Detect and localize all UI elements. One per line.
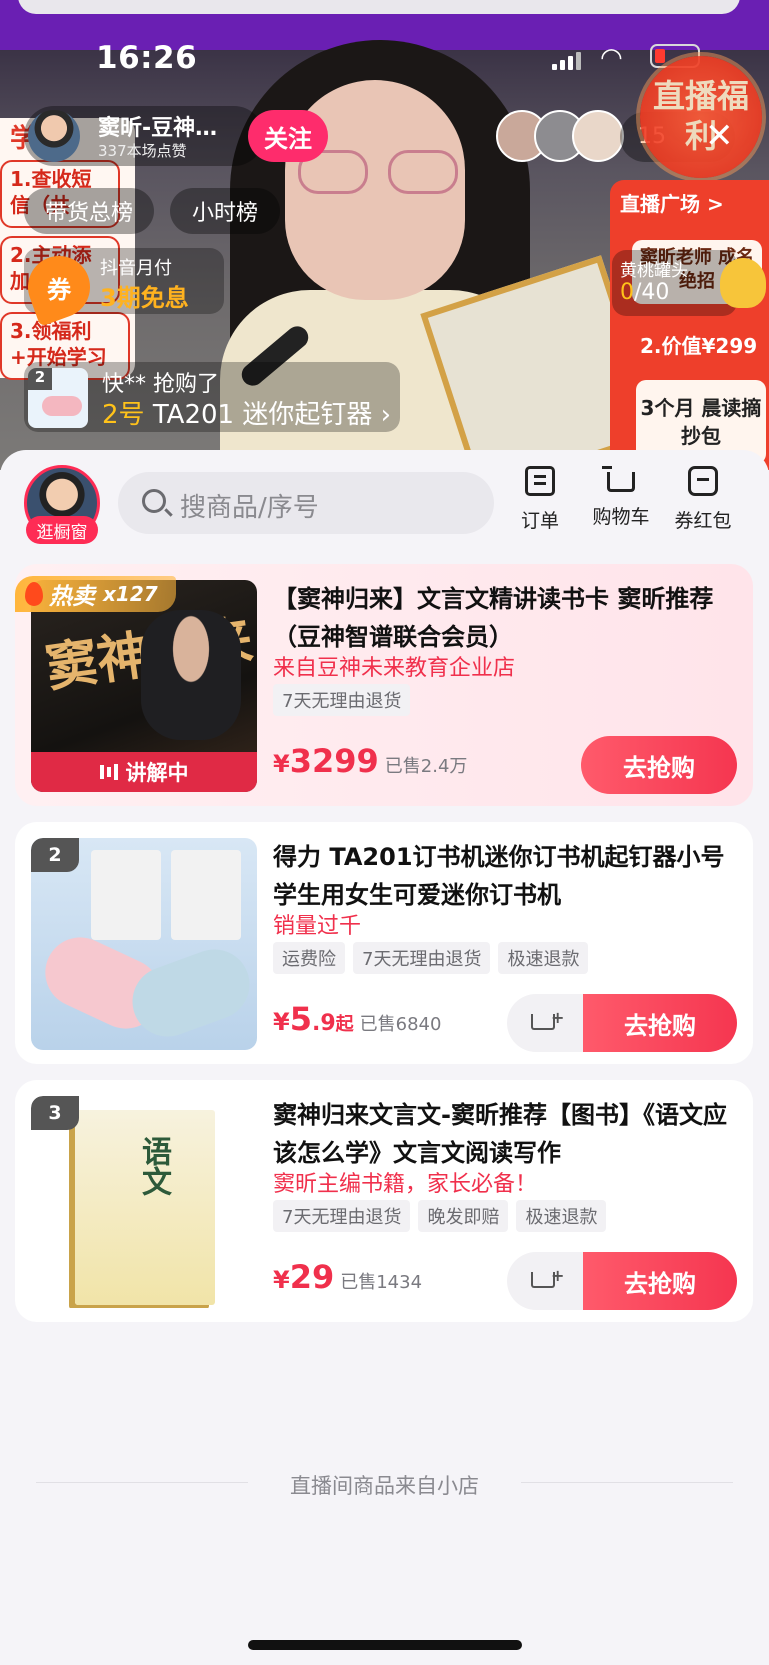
cart-label: 购物车 xyxy=(592,506,650,528)
product-title[interactable]: 窦神归来文言文-窦昕推荐【图书】《语文应该怎么学》文言文阅读写作 xyxy=(273,1096,743,1172)
product-subtitle: 销量过千 xyxy=(273,914,362,939)
book-cover-title: 语文 xyxy=(136,1136,171,1196)
cart-icon xyxy=(602,466,635,492)
product-tag: 晚发即赔 xyxy=(418,1200,509,1232)
anchor-avatar[interactable] xyxy=(28,110,80,162)
product-tags: 运费险 7天无理由退货 极速退款 xyxy=(273,942,589,974)
buy-button[interactable]: 去抢购 xyxy=(583,994,737,1052)
order-icon xyxy=(525,466,555,496)
purchase-item: 2号 TA201 迷你起钉器 › xyxy=(102,400,392,430)
top-handle xyxy=(18,0,740,14)
product-image-person xyxy=(141,610,241,740)
search-input[interactable]: 搜商品/序号 xyxy=(118,472,494,534)
live-welfare-badge[interactable]: 直播福利 xyxy=(640,56,762,178)
rank-total-button[interactable]: 带货总榜 xyxy=(24,188,154,234)
purchase-notification[interactable]: 2 快** 抢购了 2号 TA201 迷你起钉器 › xyxy=(24,362,400,432)
anchor-likes: 337本场点赞 xyxy=(98,142,187,160)
purchase-thumbnail: 2 xyxy=(28,368,88,428)
product-title[interactable]: 得力 TA201订书机迷你订书机起钉器小号学生用女生可爱迷你订书机 xyxy=(273,838,743,914)
installment-title: 抖音月付 xyxy=(100,258,172,279)
hot-label: 热卖 xyxy=(49,584,95,610)
product-subtitle: 窦昕主编书籍，家长必备！ xyxy=(273,1172,538,1197)
buy-combo: + 去抢购 xyxy=(507,1252,737,1310)
viewer-avatars[interactable] xyxy=(496,110,626,162)
coupon-wallet-icon xyxy=(688,466,718,496)
product-tag: 7天无理由退货 xyxy=(353,942,491,974)
product-shop[interactable]: 来自豆神未来教育企业店 xyxy=(273,650,515,682)
product-tag: 极速退款 xyxy=(516,1200,607,1232)
live-square-link[interactable]: 直播广场 > xyxy=(620,188,724,217)
product-card-3[interactable]: 语文 3 窦神归来文言文-窦昕推荐【图书】《语文应该怎么学》文言文阅读写作 窦昕… xyxy=(15,1080,753,1322)
product-tags: 7天无理由退货 xyxy=(273,684,411,716)
product-price: ¥29 已售1434 xyxy=(273,1258,423,1296)
installment-promo[interactable]: 券 抖音月付 3期免息 xyxy=(19,247,224,327)
anchor-info[interactable]: 窦昕-豆神… 337本场点赞 xyxy=(24,106,264,166)
promo-value: 2.价值¥299 xyxy=(640,334,758,358)
live-stream-view[interactable]: 16:26 ◠ 学 1.查收短信（共 2.主动添加 3.领福利+开始学习 窦昕-… xyxy=(0,0,769,470)
buy-button[interactable]: 去抢购 xyxy=(581,736,737,794)
right-promo-panel[interactable]: 直播广场 > 窦昕老师 成名绝招 2.价值¥299 3个月 晨读摘抄包 xyxy=(610,180,769,470)
hot-sale-badge: 热卖 x127 xyxy=(15,576,176,612)
product-tag: 运费险 xyxy=(273,942,345,974)
explaining-badge: 讲解中 xyxy=(31,752,257,792)
peach-jar-icon xyxy=(720,258,766,308)
cellular-signal-icon xyxy=(552,50,582,70)
hot-count: x127 xyxy=(103,582,158,606)
status-time: 16:26 xyxy=(96,40,198,76)
product-image[interactable]: 语文 3 xyxy=(31,1096,257,1308)
add-to-cart-icon[interactable]: + xyxy=(507,1252,583,1310)
status-bar: 16:26 ◠ xyxy=(0,30,769,80)
viewer-avatar xyxy=(572,110,624,162)
product-image[interactable]: 2 xyxy=(31,838,257,1050)
product-card-1[interactable]: 窦神归来 讲解中 热卖 x127 【窦神归来】文言文精讲读书卡 窦昕推荐（豆神智… xyxy=(15,564,753,806)
product-tag: 7天无理由退货 xyxy=(273,684,411,716)
anchor-name: 窦昕-豆神… xyxy=(98,116,218,141)
flame-icon xyxy=(25,582,43,606)
product-tag: 7天无理由退货 xyxy=(273,1200,411,1232)
peach-title: 黄桃罐头 xyxy=(620,261,688,281)
peach-count: 0/40 xyxy=(620,280,670,305)
product-price: ¥3299 已售2.4万 xyxy=(273,742,468,780)
search-icon xyxy=(142,489,166,513)
sold-count: 已售1434 xyxy=(340,1272,423,1293)
shop-window-tag[interactable]: 逛橱窗 xyxy=(26,516,98,544)
buy-combo: + 去抢购 xyxy=(507,994,737,1052)
follow-button[interactable]: 关注 xyxy=(248,110,328,162)
product-rank: 2 xyxy=(31,838,79,872)
cart-button[interactable]: 购物车 xyxy=(586,466,656,536)
product-card-2[interactable]: 2 得力 TA201订书机迷你订书机起钉器小号学生用女生可爱迷你订书机 销量过千… xyxy=(15,822,753,1064)
product-tags: 7天无理由退货 晚发即赔 极速退款 xyxy=(273,1200,607,1232)
product-title[interactable]: 【窦神归来】文言文精讲读书卡 窦昕推荐（豆神智谱联合会员） xyxy=(273,580,743,656)
order-label: 订单 xyxy=(520,510,559,532)
order-button[interactable]: 订单 xyxy=(505,466,575,536)
footer-text: 直播间商品来自小店 xyxy=(290,1474,479,1498)
sheet-footer: 直播间商品来自小店 xyxy=(0,1470,769,1500)
product-price: ¥5.9起 已售6840 xyxy=(273,1000,442,1038)
wallet-button[interactable]: 券红包 xyxy=(668,466,738,536)
buy-button[interactable]: 去抢购 xyxy=(583,1252,737,1310)
add-to-cart-icon[interactable]: + xyxy=(507,994,583,1052)
wifi-icon: ◠ xyxy=(600,43,623,73)
search-placeholder: 搜商品/序号 xyxy=(180,493,319,523)
product-rank: 3 xyxy=(31,1096,79,1130)
rank-hour-button[interactable]: 小时榜 xyxy=(170,188,280,234)
sold-count: 已售6840 xyxy=(359,1014,442,1035)
sold-count: 已售2.4万 xyxy=(384,756,468,777)
close-icon[interactable]: ✕ xyxy=(705,116,734,156)
glasses-right xyxy=(388,150,458,194)
home-indicator[interactable] xyxy=(248,1640,522,1650)
wallet-label: 券红包 xyxy=(674,510,732,532)
peach-task[interactable]: 黄桃罐头 0/40 xyxy=(612,250,737,316)
product-tag: 极速退款 xyxy=(498,942,589,974)
product-sheet: 逛橱窗 搜商品/序号 订单 购物车 券红包 窦神归来 讲解中 热卖 x127 【… xyxy=(0,450,769,1665)
installment-subtitle: 3期免息 xyxy=(100,284,189,312)
